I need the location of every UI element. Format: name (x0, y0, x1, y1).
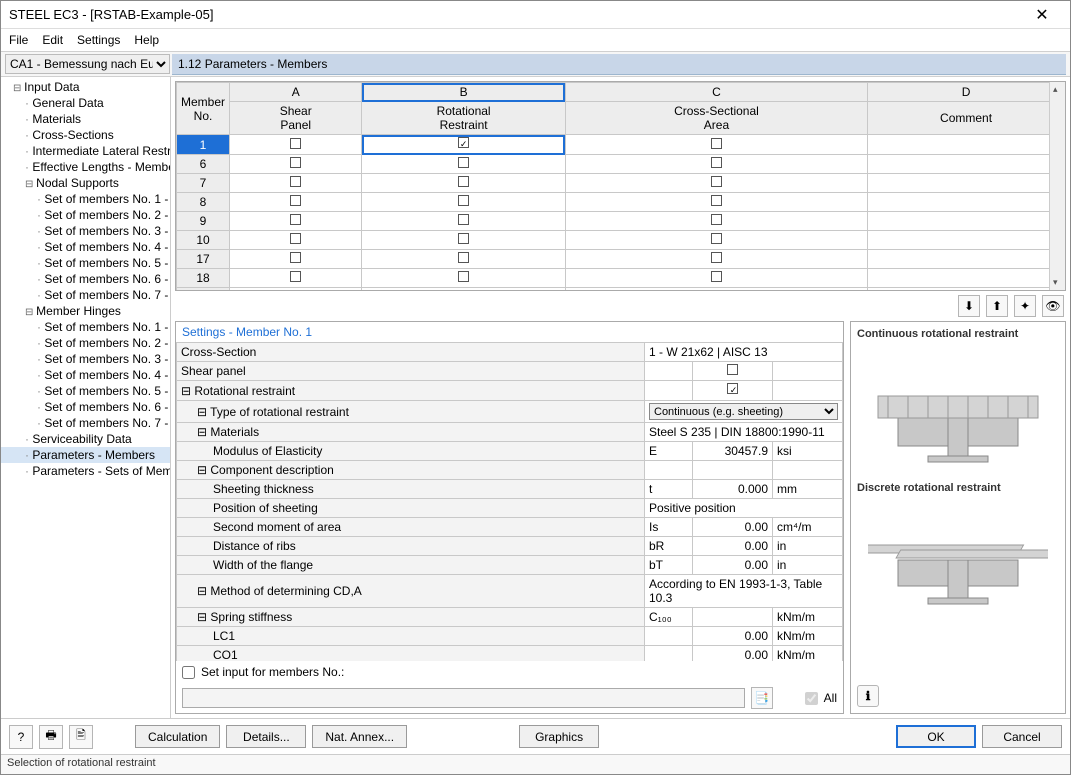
checkbox[interactable] (458, 214, 469, 225)
tree-item[interactable]: Materials (1, 111, 170, 127)
menu-edit[interactable]: Edit (42, 33, 63, 47)
view-icon[interactable]: 👁 (1042, 295, 1064, 317)
checkbox[interactable] (290, 157, 301, 168)
checkbox[interactable] (290, 214, 301, 225)
details-button[interactable]: Details... (226, 725, 306, 748)
settings-panel: Settings - Member No. 1 Cross-Section1 -… (175, 321, 844, 714)
scrollbar-vertical[interactable] (1049, 82, 1065, 290)
combo-ca[interactable]: CA1 - Bemessung nach Euro (5, 54, 170, 74)
print-icon[interactable]: 🖶 (39, 725, 63, 749)
menu-file[interactable]: File (9, 33, 28, 47)
tree-item[interactable]: General Data (1, 95, 170, 111)
settings-title: Settings - Member No. 1 (176, 322, 843, 342)
help-icon[interactable]: ? (9, 725, 33, 749)
tree-item[interactable]: Nodal Supports (1, 175, 170, 191)
tree-item[interactable]: Set of members No. 1 - (1, 191, 170, 207)
excel-import-icon[interactable]: ⬆ (986, 295, 1008, 317)
set-input-field[interactable] (182, 688, 745, 708)
set-input-label: Set input for members No.: (201, 665, 344, 679)
tree-item[interactable]: Intermediate Lateral Restraints (1, 143, 170, 159)
sidebar: Input DataGeneral DataMaterialsCross-Sec… (1, 77, 171, 718)
toolbar: CA1 - Bemessung nach Euro 1.12 Parameter… (1, 51, 1070, 77)
all-label: All (824, 691, 837, 705)
status-bar: Selection of rotational restraint (1, 754, 1070, 774)
panel-title: 1.12 Parameters - Members (172, 54, 1066, 75)
excel-export-icon[interactable]: ⬇ (958, 295, 980, 317)
tree-item[interactable]: Set of members No. 4 - (1, 239, 170, 255)
graphics-button[interactable]: Graphics (519, 725, 599, 748)
tree-item[interactable]: Input Data (1, 79, 170, 95)
window-title: STEEL EC3 - [RSTAB-Example-05] (9, 7, 1022, 22)
tree-item[interactable]: Parameters - Sets of Members (1, 463, 170, 479)
checkbox[interactable] (727, 364, 738, 375)
illus-label-1: Continuous rotational restraint (857, 328, 1059, 340)
tree-item[interactable]: Set of members No. 7 - (1, 287, 170, 303)
tree-item[interactable]: Effective Lengths - Members (1, 159, 170, 175)
checkbox[interactable] (290, 271, 301, 282)
checkbox[interactable] (458, 290, 469, 291)
checkbox[interactable] (711, 138, 722, 149)
tree-item[interactable]: Parameters - Members (1, 447, 170, 463)
tree-item[interactable]: Set of members No. 1 - (1, 319, 170, 335)
checkbox[interactable] (290, 252, 301, 263)
illus-label-2: Discrete rotational restraint (857, 482, 1059, 494)
checkbox[interactable] (290, 195, 301, 206)
close-icon[interactable]: ✕ (1022, 5, 1062, 25)
tree-item[interactable]: Set of members No. 4 - (1, 367, 170, 383)
checkbox[interactable] (458, 233, 469, 244)
illus-continuous (857, 346, 1059, 476)
tree-item[interactable]: Set of members No. 2 - (1, 207, 170, 223)
tree-item[interactable]: Set of members No. 7 - (1, 415, 170, 431)
all-checkbox[interactable] (805, 692, 818, 705)
checkbox[interactable] (711, 271, 722, 282)
tree-item[interactable]: Set of members No. 6 - (1, 271, 170, 287)
tree-item[interactable]: Set of members No. 5 - (1, 383, 170, 399)
checkbox[interactable] (711, 214, 722, 225)
checkbox[interactable] (458, 157, 469, 168)
menubar: File Edit Settings Help (1, 29, 1070, 51)
checkbox[interactable] (458, 137, 469, 148)
tree-item[interactable]: Set of members No. 2 - (1, 335, 170, 351)
checkbox[interactable] (711, 195, 722, 206)
tree-item[interactable]: Cross-Sections (1, 127, 170, 143)
checkbox[interactable] (458, 176, 469, 187)
tree-item[interactable]: Set of members No. 6 - (1, 399, 170, 415)
members-grid[interactable]: MemberNo.ABCDShearPanelRotationalRestrai… (175, 81, 1066, 291)
checkbox[interactable] (711, 176, 722, 187)
cancel-button[interactable]: Cancel (982, 725, 1062, 748)
illustration-panel: Continuous rotational restraint (850, 321, 1066, 714)
set-input-checkbox[interactable] (182, 666, 195, 679)
tree-item[interactable]: Set of members No. 3 - (1, 351, 170, 367)
checkbox[interactable] (727, 383, 738, 394)
calculation-button[interactable]: Calculation (135, 725, 220, 748)
illus-discrete (857, 500, 1059, 630)
checkbox[interactable] (458, 252, 469, 263)
pick-members-icon[interactable]: 📑 (751, 687, 773, 709)
checkbox[interactable] (290, 176, 301, 187)
titlebar: STEEL EC3 - [RSTAB-Example-05] ✕ (1, 1, 1070, 29)
checkbox[interactable] (711, 290, 722, 291)
menu-settings[interactable]: Settings (77, 33, 120, 47)
tree-item[interactable]: Set of members No. 3 - (1, 223, 170, 239)
checkbox[interactable] (458, 195, 469, 206)
checkbox[interactable] (711, 157, 722, 168)
restraint-type-select[interactable]: Continuous (e.g. sheeting) (649, 403, 838, 420)
button-bar: ? 🖶 🖹 Calculation Details... Nat. Annex.… (1, 718, 1070, 754)
tree-item[interactable]: Serviceability Data (1, 431, 170, 447)
checkbox[interactable] (711, 252, 722, 263)
checkbox[interactable] (290, 138, 301, 149)
info-icon[interactable]: ℹ (857, 685, 879, 707)
checkbox[interactable] (290, 233, 301, 244)
ok-button[interactable]: OK (896, 725, 976, 748)
checkbox[interactable] (458, 271, 469, 282)
tree-item[interactable]: Set of members No. 5 - (1, 255, 170, 271)
checkbox[interactable] (290, 290, 301, 291)
filter-icon[interactable]: ✦ (1014, 295, 1036, 317)
tree-item[interactable]: Member Hinges (1, 303, 170, 319)
checkbox[interactable] (711, 233, 722, 244)
menu-help[interactable]: Help (134, 33, 159, 47)
export-icon[interactable]: 🖹 (69, 725, 93, 749)
nat-annex-button[interactable]: Nat. Annex... (312, 725, 407, 748)
